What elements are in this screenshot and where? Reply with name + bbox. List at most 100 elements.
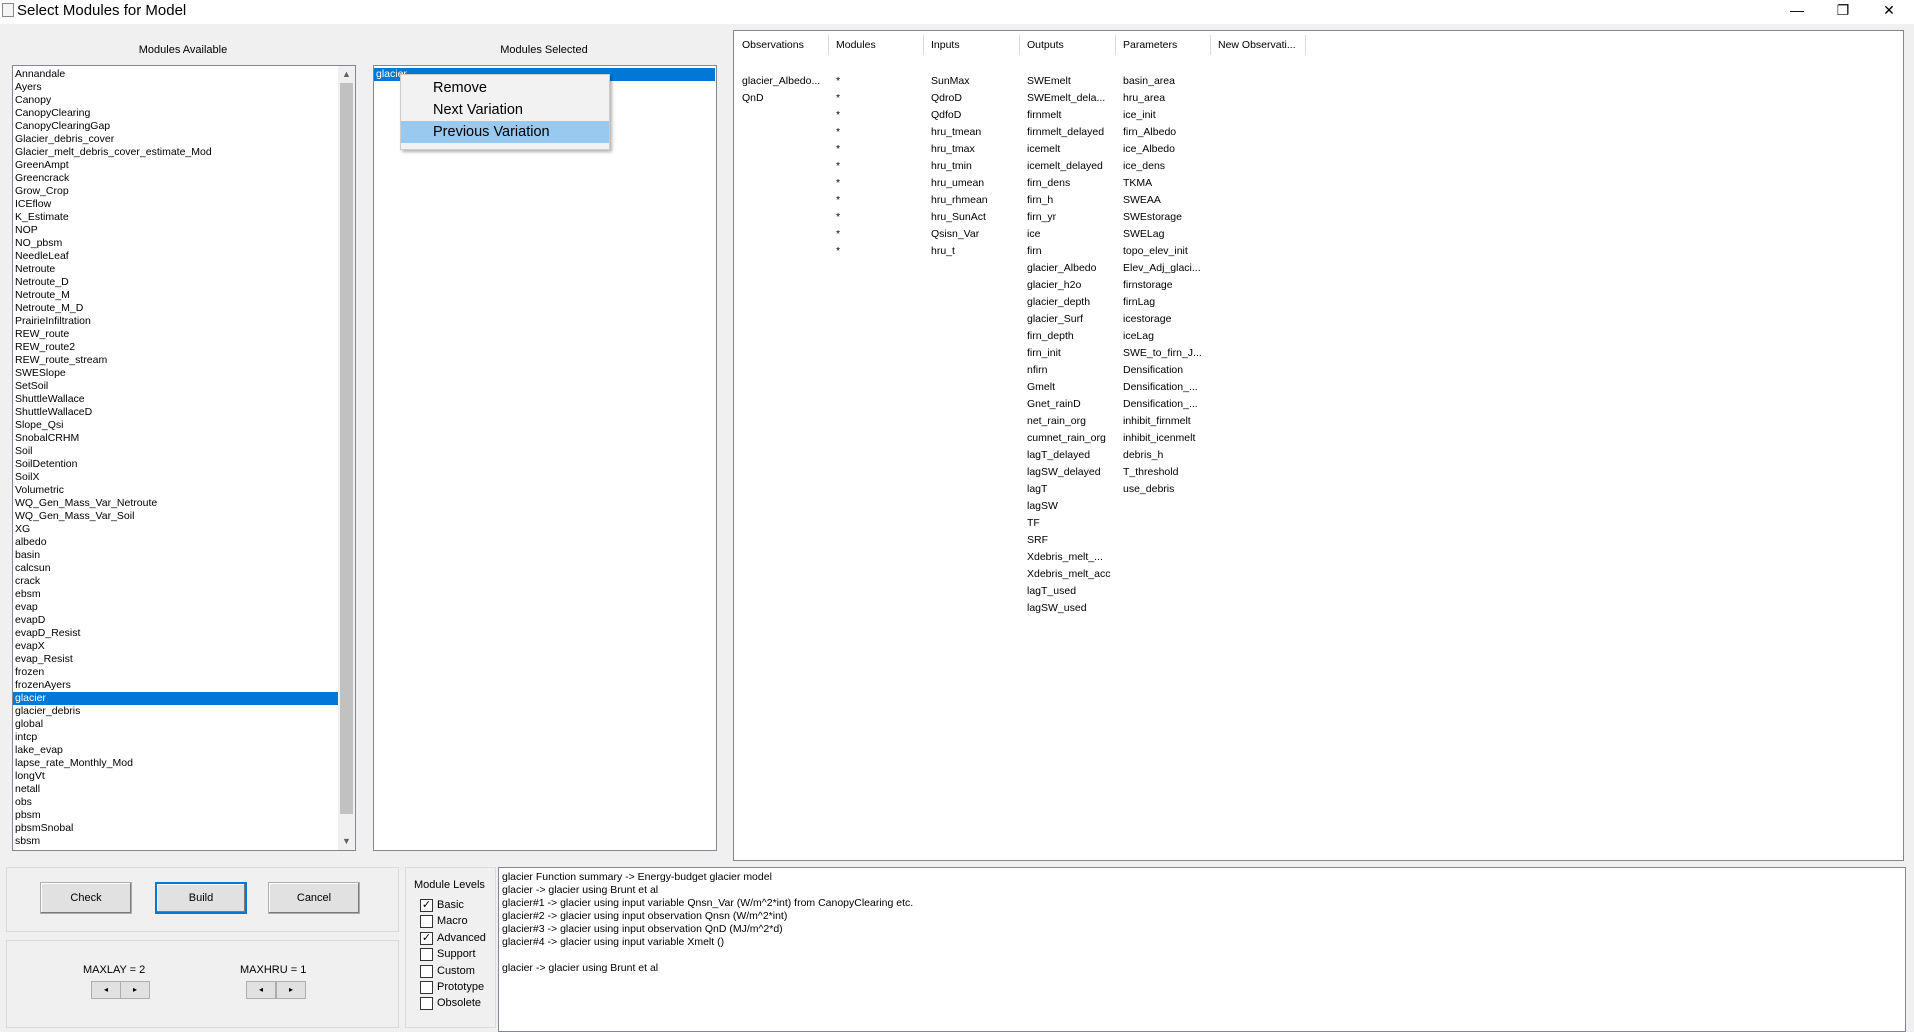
output-cell[interactable]: net_rain_org: [1027, 413, 1110, 430]
parameter-cell[interactable]: ice_Albedo: [1123, 141, 1202, 158]
module-list-item[interactable]: ShuttleWallaceD: [13, 406, 355, 419]
input-cell[interactable]: hru_SunAct: [931, 209, 988, 226]
output-cell[interactable]: Xdebris_melt_...: [1027, 549, 1110, 566]
module-list-item[interactable]: frozenAyers: [13, 679, 355, 692]
parameter-cell[interactable]: Densification_...: [1123, 379, 1202, 396]
input-cell[interactable]: QdfoD: [931, 107, 988, 124]
parameter-cell[interactable]: ice_dens: [1123, 158, 1202, 175]
module-list-item[interactable]: Glacier_melt_debris_cover_estimate_Mod: [13, 146, 355, 159]
module-cell[interactable]: *: [836, 107, 840, 124]
maxlay-increase-button[interactable]: ▸: [120, 981, 150, 999]
input-cell[interactable]: hru_umean: [931, 175, 988, 192]
checkbox-icon[interactable]: [420, 915, 433, 929]
output-cell[interactable]: lagSW_used: [1027, 600, 1110, 617]
parameter-cell[interactable]: firn_Albedo: [1123, 124, 1202, 141]
checkbox-icon[interactable]: [420, 997, 433, 1011]
header-new-observations[interactable]: New Observati...: [1218, 39, 1296, 51]
maxlay-decrease-button[interactable]: ◂: [91, 981, 121, 999]
output-cell[interactable]: firn_init: [1027, 345, 1110, 362]
module-list-item[interactable]: global: [13, 718, 355, 731]
output-cell[interactable]: SWEmelt_dela...: [1027, 90, 1110, 107]
parameter-cell[interactable]: Elev_Adj_glaci...: [1123, 260, 1202, 277]
output-cell[interactable]: nfirn: [1027, 362, 1110, 379]
minimize-button[interactable]: —: [1774, 0, 1820, 22]
module-list-item[interactable]: REW_route2: [13, 341, 355, 354]
module-list-item[interactable]: evap: [13, 601, 355, 614]
input-cell[interactable]: hru_rhmean: [931, 192, 988, 209]
module-list-item[interactable]: CanopyClearingGap: [13, 120, 355, 133]
output-cell[interactable]: ice: [1027, 226, 1110, 243]
output-cell[interactable]: Xdebris_melt_acc: [1027, 566, 1110, 583]
output-cell[interactable]: glacier_depth: [1027, 294, 1110, 311]
parameter-cell[interactable]: SWE_to_firn_J...: [1123, 345, 1202, 362]
output-cell[interactable]: icemelt: [1027, 141, 1110, 158]
parameter-cell[interactable]: basin_area: [1123, 73, 1202, 90]
module-list-item[interactable]: SoilDetention: [13, 458, 355, 471]
module-list-item[interactable]: Grow_Crop: [13, 185, 355, 198]
module-list-item[interactable]: NeedleLeaf: [13, 250, 355, 263]
output-cell[interactable]: Gmelt: [1027, 379, 1110, 396]
input-cell[interactable]: hru_t: [931, 243, 988, 260]
output-cell[interactable]: firn_yr: [1027, 209, 1110, 226]
scroll-thumb[interactable]: [340, 83, 353, 814]
module-cell[interactable]: *: [836, 192, 840, 209]
maxhru-increase-button[interactable]: ▸: [276, 981, 306, 999]
module-list-item[interactable]: ShuttleWallace: [13, 393, 355, 406]
module-cell[interactable]: *: [836, 124, 840, 141]
input-cell[interactable]: Qsisn_Var: [931, 226, 988, 243]
module-list-item[interactable]: Glacier_debris_cover: [13, 133, 355, 146]
scroll-down-arrow-icon[interactable]: ▼: [338, 833, 355, 850]
checkbox-icon[interactable]: [420, 948, 433, 962]
module-list-item[interactable]: ICEflow: [13, 198, 355, 211]
module-cell[interactable]: *: [836, 175, 840, 192]
maxhru-decrease-button[interactable]: ◂: [246, 981, 276, 999]
parameter-cell[interactable]: TKMA: [1123, 175, 1202, 192]
output-cell[interactable]: firnmelt_delayed: [1027, 124, 1110, 141]
module-list-item[interactable]: Ayers: [13, 81, 355, 94]
parameter-cell[interactable]: iceLag: [1123, 328, 1202, 345]
parameter-cell[interactable]: topo_elev_init: [1123, 243, 1202, 260]
output-cell[interactable]: icemelt_delayed: [1027, 158, 1110, 175]
output-cell[interactable]: firn: [1027, 243, 1110, 260]
module-list-item[interactable]: pbsm: [13, 809, 355, 822]
header-observations[interactable]: Observations: [742, 39, 804, 51]
restore-button[interactable]: ❐: [1820, 0, 1866, 22]
module-list-item[interactable]: PrairieInfiltration: [13, 315, 355, 328]
module-list-item[interactable]: SWESlope: [13, 367, 355, 380]
module-list-item[interactable]: obs: [13, 796, 355, 809]
module-list-item[interactable]: Slope_Qsi: [13, 419, 355, 432]
module-list-item[interactable]: Greencrack: [13, 172, 355, 185]
parameter-cell[interactable]: T_threshold: [1123, 464, 1202, 481]
module-cell[interactable]: *: [836, 90, 840, 107]
module-list-item[interactable]: lake_evap: [13, 744, 355, 757]
module-list-item[interactable]: intcp: [13, 731, 355, 744]
module-cell[interactable]: *: [836, 73, 840, 90]
checkbox-icon[interactable]: ✓: [420, 899, 433, 912]
parameter-cell[interactable]: firnLag: [1123, 294, 1202, 311]
module-list-item[interactable]: XG: [13, 523, 355, 536]
input-cell[interactable]: hru_tmin: [931, 158, 988, 175]
output-cell[interactable]: firn_h: [1027, 192, 1110, 209]
parameter-cell[interactable]: debris_h: [1123, 447, 1202, 464]
parameter-cell[interactable]: SWELag: [1123, 226, 1202, 243]
output-cell[interactable]: SRF: [1027, 532, 1110, 549]
module-list-item[interactable]: calcsun: [13, 562, 355, 575]
module-list-item[interactable]: Soil: [13, 445, 355, 458]
output-cell[interactable]: Gnet_rainD: [1027, 396, 1110, 413]
module-list-item[interactable]: Netroute_M_D: [13, 302, 355, 315]
build-button[interactable]: Build: [155, 882, 247, 914]
module-list-item[interactable]: Netroute_D: [13, 276, 355, 289]
output-cell[interactable]: lagT: [1027, 481, 1110, 498]
menu-item-next-variation[interactable]: Next Variation: [401, 99, 609, 121]
output-cell[interactable]: TF: [1027, 515, 1110, 532]
module-list-item[interactable]: evapD_Resist: [13, 627, 355, 640]
output-cell[interactable]: glacier_Albedo: [1027, 260, 1110, 277]
input-cell[interactable]: QdroD: [931, 90, 988, 107]
module-list-item[interactable]: evap_Resist: [13, 653, 355, 666]
parameter-cell[interactable]: Densification_...: [1123, 396, 1202, 413]
parameter-cell[interactable]: firnstorage: [1123, 277, 1202, 294]
output-cell[interactable]: SWEmelt: [1027, 73, 1110, 90]
module-list-item[interactable]: evapX: [13, 640, 355, 653]
module-list-item[interactable]: K_Estimate: [13, 211, 355, 224]
checkbox-icon[interactable]: [420, 964, 433, 978]
